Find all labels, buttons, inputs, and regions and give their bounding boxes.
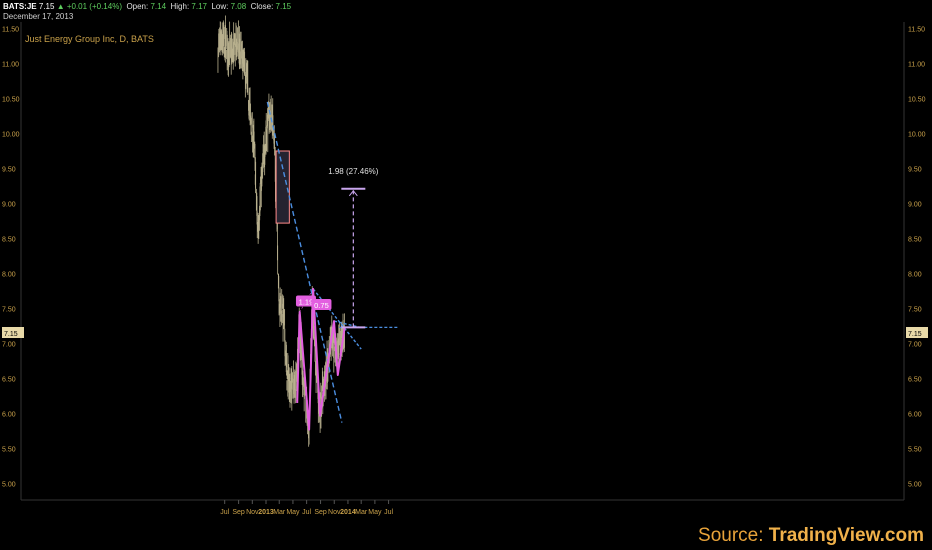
x-tick-label: 2013 <box>258 509 274 516</box>
x-tick-label: May <box>368 509 382 516</box>
y-tick-label-left: 7.00 <box>2 342 16 349</box>
y-axis-left: 11.50 11.00 10.50 10.00 9.50 9.00 8.50 8.00 7.50… <box>2 27 20 489</box>
y-tick-label-left: 10.00 <box>2 132 20 139</box>
y-tick-label-right: 6.50 <box>908 377 922 384</box>
y-tick-label-right: 11.00 <box>908 62 925 69</box>
target-box <box>275 150 290 224</box>
x-tick-label: Jul <box>302 509 311 516</box>
y-tick-label-right: 11.50 <box>908 27 925 34</box>
projection-label: 1.98 (27.46%) <box>328 167 379 176</box>
low-value: 7.08 <box>230 2 247 11</box>
chart-title: Just Energy Group Inc, D, BATS <box>25 34 154 44</box>
y-tick-label-left: 9.00 <box>2 202 16 209</box>
symbol-header: BATS:JE 7.15 ▲ +0.01 (+0.14%) Open: 7.14… <box>3 2 291 11</box>
source-brand: TradingView.com <box>768 525 924 546</box>
last-price-box-right-text: 7.15 <box>908 331 922 338</box>
price-chart[interactable]: 11.50 11.00 10.50 10.00 9.50 9.00 8.50 8.00 7.50… <box>0 0 932 550</box>
close-label: Close: <box>250 2 274 11</box>
y-tick-label-left: 6.50 <box>2 377 16 384</box>
x-tick-label: May <box>286 509 300 516</box>
open-value: 7.14 <box>150 2 167 11</box>
y-tick-label-left: 11.50 <box>2 27 19 34</box>
y-tick-label-left: 10.50 <box>2 97 20 104</box>
y-tick-label-right: 9.00 <box>908 202 922 209</box>
y-tick-label-left: 8.50 <box>2 237 16 244</box>
y-tick-label-right: 8.00 <box>908 272 922 279</box>
x-tick-label: Mar <box>273 509 286 516</box>
y-tick-label-right: 5.50 <box>908 447 922 454</box>
x-tick-label: Sep <box>314 509 327 516</box>
x-tick-label: Sep <box>232 509 245 516</box>
last-price-box-left-text: 7.15 <box>4 331 18 338</box>
y-tick-label-right: 10.50 <box>908 97 926 104</box>
high-label: High: <box>170 2 190 11</box>
y-tick-label-right: 6.00 <box>908 412 922 419</box>
y-tick-label-left: 7.50 <box>2 307 16 314</box>
last-price: 7.15 <box>38 2 55 11</box>
source-credit: Source: TradingView.com <box>698 525 924 547</box>
y-tick-label-right: 8.50 <box>908 237 922 244</box>
pattern-label: 1.19 <box>299 298 314 307</box>
x-tick-label: Jul <box>384 509 393 516</box>
high-value: 7.17 <box>191 2 207 11</box>
y-tick-label-left: 5.00 <box>2 482 16 489</box>
low-label: Low: <box>211 2 229 11</box>
y-tick-label-right: 5.00 <box>908 482 922 489</box>
y-tick-label-left: 5.50 <box>2 447 16 454</box>
header-date: December 17, 2013 <box>3 12 74 21</box>
symbol: BATS:JE <box>3 2 37 11</box>
x-tick-label: Mar <box>355 509 368 516</box>
y-axis-right: 11.50 11.00 10.50 10.00 9.50 9.00 8.50 8.00 7.50… <box>2 27 928 489</box>
y-tick-label-right: 7.50 <box>908 307 922 314</box>
x-tick-label: Nov <box>246 509 259 516</box>
price-change: ▲ +0.01 (+0.14%) <box>56 2 122 11</box>
y-tick-label-right: 10.00 <box>908 132 926 139</box>
x-axis: Jul Sep Nov 2013 Mar May Jul Sep Nov 2014 Mar May Ju… <box>220 500 393 516</box>
open-label: Open: <box>126 2 149 11</box>
axes <box>20 22 905 501</box>
close-value: 7.15 <box>275 2 292 11</box>
x-tick-label: Jul <box>220 509 229 516</box>
y-tick-label-right: 7.00 <box>908 342 922 349</box>
y-tick-label-right: 9.50 <box>908 167 922 174</box>
x-tick-label: 2014 <box>340 509 356 516</box>
y-tick-label-left: 11.00 <box>2 62 19 69</box>
y-tick-label-left: 6.00 <box>2 412 16 419</box>
y-tick-label-left: 9.50 <box>2 167 16 174</box>
y-tick-label-left: 8.00 <box>2 272 16 279</box>
pattern-label: 0.75 <box>314 301 329 310</box>
source-prefix: Source: <box>698 525 769 546</box>
x-tick-label: Nov <box>328 509 341 516</box>
